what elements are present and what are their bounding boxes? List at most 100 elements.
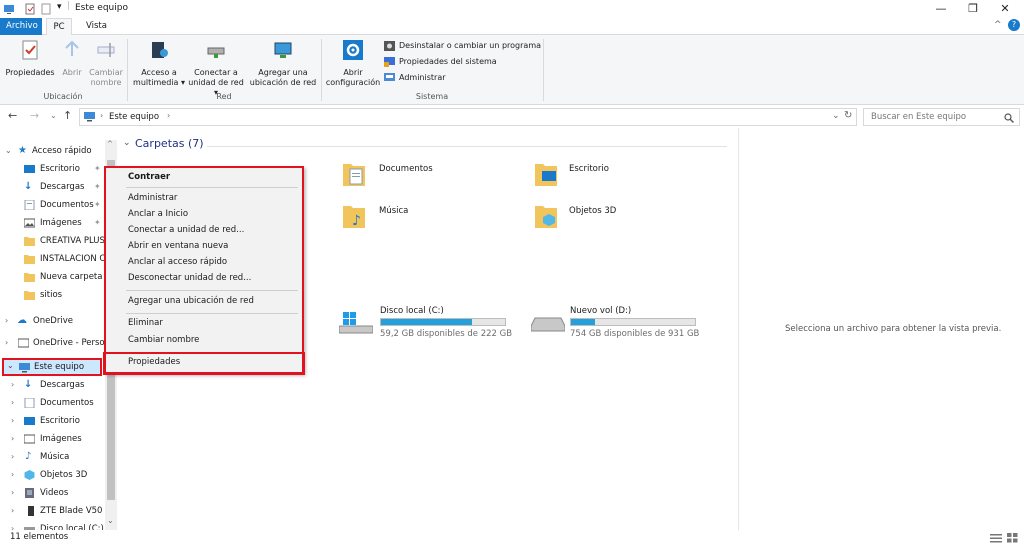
address-dropdown-icon[interactable]: ⌄	[832, 111, 840, 121]
nav-pc-item[interactable]: › Objetos 3D	[0, 466, 117, 484]
scroll-up-icon[interactable]: ^	[107, 140, 113, 148]
folder-item[interactable]: ♪ Música	[343, 202, 503, 234]
section-collapse-icon[interactable]: ⌄	[123, 138, 131, 148]
tab-archivo[interactable]: Archivo	[0, 18, 42, 35]
large-icons-view-icon[interactable]	[1007, 533, 1018, 543]
nav-pc-item[interactable]: › ♪ Música	[0, 448, 117, 466]
collapsed-chevron-icon[interactable]: ›	[11, 412, 14, 430]
context-menu: Contraer Administrar Anclar a Inicio Con…	[104, 166, 304, 374]
nav-pc-item[interactable]: › Disco local (C:)	[0, 520, 117, 530]
carpetas-header[interactable]: Carpetas (7)	[135, 137, 204, 150]
new-folder-quick-icon[interactable]	[40, 3, 52, 15]
nav-quick-item[interactable]: Nueva carpeta	[0, 268, 117, 286]
menu-eliminar[interactable]: Eliminar	[128, 318, 163, 328]
menu-abrir-ventana[interactable]: Abrir en ventana nueva	[128, 241, 228, 251]
scroll-down-icon[interactable]: ⌄	[107, 516, 114, 525]
nav-pc-label: Descargas	[40, 380, 85, 390]
nav-pc-item[interactable]: › Escritorio	[0, 412, 117, 430]
help-icon[interactable]: ?	[1008, 19, 1020, 31]
customize-quick-access-icon[interactable]: ▾	[57, 2, 62, 12]
minimize-button[interactable]: —	[926, 0, 956, 18]
nav-quick-item[interactable]: sitios	[0, 286, 117, 304]
computer-icon	[19, 363, 30, 373]
back-arrow-icon[interactable]: ←	[8, 109, 17, 122]
folder-item[interactable]: Documentos	[343, 160, 503, 192]
desinstalar-programa-button[interactable]: Desinstalar o cambiar un programa	[384, 40, 541, 52]
up-arrow-icon[interactable]: ↑	[63, 109, 72, 122]
breadcrumb-este-equipo[interactable]: Este equipo	[109, 112, 159, 122]
nav-quick-item[interactable]: Imágenes ✦	[0, 214, 117, 232]
nav-onedrive[interactable]: › ☁ OneDrive	[0, 312, 117, 330]
nav-pc-item[interactable]: › Documentos	[0, 394, 117, 412]
menu-cambiar-nombre[interactable]: Cambiar nombre	[128, 335, 199, 345]
address-bar[interactable]: › Este equipo › ⌄ ↻	[79, 108, 857, 126]
propiedades-sistema-button[interactable]: Propiedades del sistema	[384, 56, 497, 68]
acceso-multimedia-button[interactable]: Acceso a multimedia ▾	[132, 39, 186, 88]
collapsed-chevron-icon[interactable]: ›	[5, 312, 8, 330]
drive-item[interactable]: Nuevo vol (D:) 754 GB disponibles de 931…	[531, 302, 711, 342]
nav-quick-item[interactable]: CREATIVA PLUS	[0, 232, 117, 250]
nav-quick-item[interactable]: ↓ Descargas ✦	[0, 178, 117, 196]
nav-pc-item[interactable]: › Imágenes	[0, 430, 117, 448]
menu-desconectar[interactable]: Desconectar unidad de red...	[128, 273, 251, 283]
collapse-ribbon-icon[interactable]: ^	[994, 20, 1002, 30]
nav-este-equipo[interactable]: ⌄ Este equipo	[2, 358, 102, 376]
maximize-button[interactable]: ❐	[958, 0, 988, 18]
collapsed-chevron-icon[interactable]: ›	[11, 466, 14, 484]
collapsed-chevron-icon[interactable]: ›	[11, 376, 14, 394]
agregar-ubicacion-button[interactable]: Agregar una ubicación de red	[248, 39, 318, 88]
refresh-icon[interactable]: ↻	[844, 110, 852, 121]
menu-conectar-unidad[interactable]: Conectar a unidad de red...	[128, 225, 244, 235]
recent-chevron-icon[interactable]: ⌄	[50, 111, 57, 120]
search-input[interactable]: Buscar en Este equipo	[863, 108, 1020, 126]
close-button[interactable]: ✕	[990, 0, 1020, 18]
collapsed-chevron-icon[interactable]: ›	[5, 334, 8, 352]
tab-vista[interactable]: Vista	[80, 18, 110, 35]
collapsed-chevron-icon[interactable]: ›	[11, 484, 14, 502]
menu-agregar-ubicacion[interactable]: Agregar una ubicación de red	[128, 296, 254, 306]
pin-icon: ✦	[94, 200, 101, 209]
menu-anclar-acceso[interactable]: Anclar al acceso rápido	[128, 257, 227, 267]
nav-onedrive-personal[interactable]: › OneDrive - Perso	[0, 334, 117, 352]
administrar-button[interactable]: Administrar	[384, 72, 446, 84]
abrir-configuracion-button[interactable]: Abrir configuración	[324, 39, 382, 88]
properties-quick-icon[interactable]	[24, 3, 36, 15]
abrir-button[interactable]: Abrir	[58, 39, 86, 78]
folder-item[interactable]: Objetos 3D	[535, 202, 695, 234]
section-divider	[207, 146, 727, 147]
nav-pc-item[interactable]: › ↓ Descargas	[0, 376, 117, 394]
conectar-unidad-button[interactable]: Conectar a unidad de red ▾	[186, 39, 246, 98]
collapsed-chevron-icon[interactable]: ›	[11, 430, 14, 448]
group-sistema: Sistema	[415, 92, 449, 101]
collapsed-chevron-icon[interactable]: ›	[11, 394, 14, 412]
nav-pc-item[interactable]: › Videos	[0, 484, 117, 502]
collapsed-chevron-icon[interactable]: ›	[11, 502, 14, 520]
tab-pc[interactable]: PC	[46, 18, 72, 36]
hard-drive-icon	[531, 317, 565, 332]
phone-icon	[28, 506, 34, 516]
nav-onedrive-label: OneDrive	[33, 316, 73, 326]
menu-anclar-inicio[interactable]: Anclar a Inicio	[128, 209, 188, 219]
menu-administrar[interactable]: Administrar	[128, 193, 177, 203]
details-view-icon[interactable]	[990, 533, 1002, 543]
nav-quick-item[interactable]: Documentos ✦	[0, 196, 117, 214]
propiedades-button[interactable]: Propiedades	[4, 39, 56, 78]
nav-pc-item[interactable]: › ZTE Blade V50 D	[0, 502, 117, 520]
drive-item[interactable]: Disco local (C:) 59,2 GB disponibles de …	[339, 302, 519, 342]
collapsed-chevron-icon[interactable]: ›	[11, 520, 14, 530]
expanded-chevron-icon[interactable]: ⌄	[5, 142, 12, 160]
nav-quick-item[interactable]: Escritorio ✦	[0, 160, 117, 178]
nav-quick-item[interactable]: INSTALACION C	[0, 250, 117, 268]
folder-item[interactable]: Escritorio	[535, 160, 695, 192]
nav-acceso-rapido[interactable]: ⌄ ★ Acceso rápido	[0, 142, 117, 160]
expanded-chevron-icon[interactable]: ⌄	[7, 361, 14, 370]
menu-contraer[interactable]: Contraer	[128, 172, 170, 182]
cambiar-nombre-button[interactable]: Cambiar nombre	[88, 39, 124, 88]
search-icon[interactable]	[1004, 113, 1014, 123]
collapsed-chevron-icon[interactable]: ›	[11, 448, 14, 466]
forward-arrow-icon[interactable]: →	[30, 109, 39, 122]
breadcrumb-chevron-icon[interactable]: ›	[100, 111, 103, 120]
breadcrumb-chevron-icon[interactable]: ›	[167, 111, 170, 120]
nav-quick-label: Escritorio	[40, 164, 80, 174]
desktop-folder-icon	[535, 164, 557, 186]
